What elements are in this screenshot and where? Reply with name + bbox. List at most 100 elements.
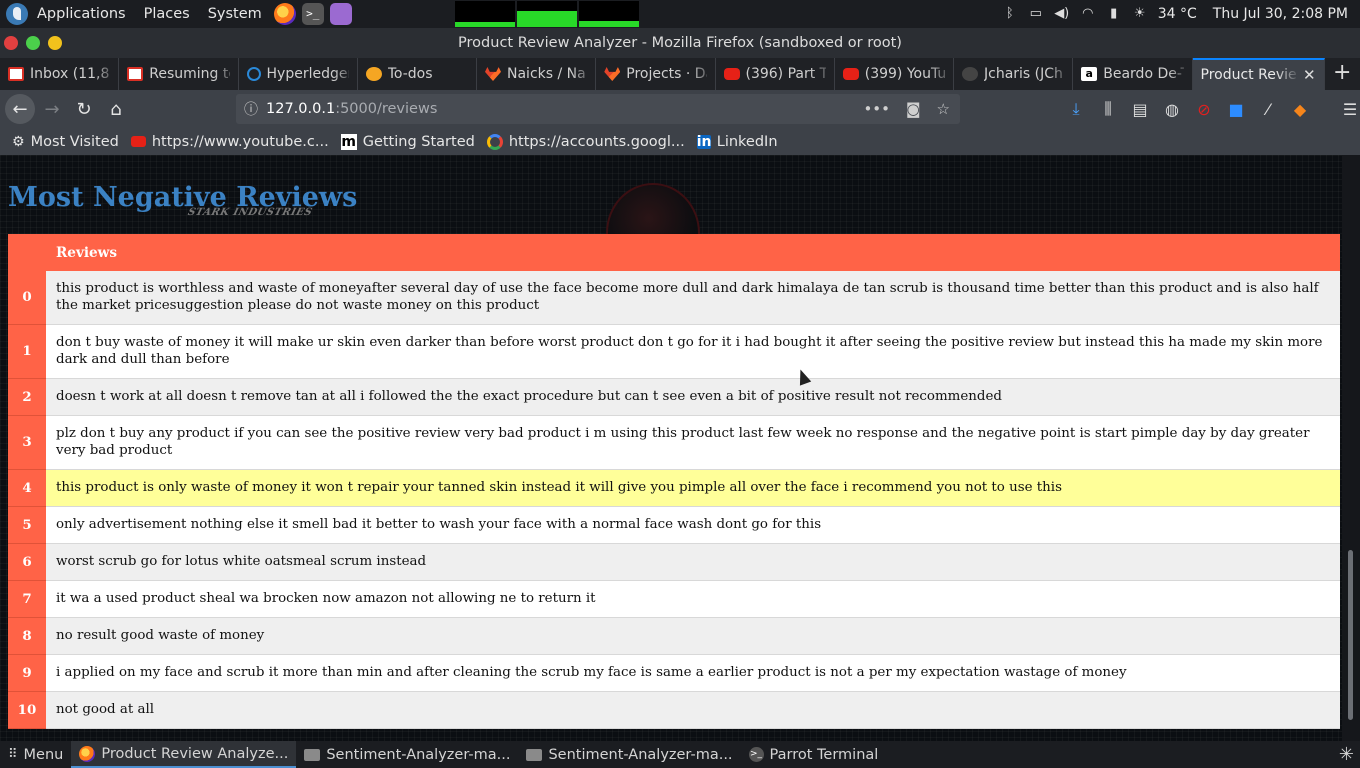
bookmark-google-accounts[interactable]: https://accounts.googl... bbox=[486, 133, 685, 150]
weather-icon[interactable]: ☀ bbox=[1132, 7, 1148, 21]
task-firefox[interactable]: Product Review Analyze... bbox=[71, 741, 297, 768]
library-icon[interactable]: ⫼ bbox=[1098, 99, 1118, 119]
amazon-icon: a bbox=[1081, 67, 1098, 81]
system-monitor-graphs[interactable] bbox=[454, 1, 639, 27]
back-button[interactable]: ← bbox=[5, 94, 35, 124]
table-row: 8 no result good waste of money bbox=[8, 617, 1340, 655]
folder-icon bbox=[304, 748, 321, 761]
terminal-icon: >_ bbox=[748, 747, 764, 762]
review-text: only advertisement nothing else it smell… bbox=[46, 506, 1340, 544]
tab-projects[interactable]: Projects · Da bbox=[596, 58, 716, 90]
blocker-icon[interactable]: ⊘ bbox=[1194, 100, 1214, 119]
bookmark-getting-started[interactable]: m Getting Started bbox=[340, 133, 475, 150]
task-terminal[interactable]: >_ Parrot Terminal bbox=[741, 741, 887, 768]
system-top-panel: Applications Places System >_ ᛒ ▭ ◀) ◠ ▮… bbox=[0, 0, 1360, 28]
bookmark-most-visited[interactable]: ⚙ Most Visited bbox=[12, 134, 119, 150]
site-info-icon[interactable]: ⓘ bbox=[236, 99, 266, 119]
table-row: 1 don t buy waste of money it will make u… bbox=[8, 324, 1340, 379]
parrot-logo-icon[interactable] bbox=[6, 3, 28, 25]
tab-inbox[interactable]: Inbox (11,8 bbox=[0, 58, 120, 90]
tab-resuming[interactable]: Resuming tc bbox=[119, 58, 239, 90]
row-index: 1 bbox=[8, 324, 46, 379]
forward-button[interactable]: → bbox=[37, 94, 67, 124]
table-row: 10 not good at all bbox=[8, 691, 1340, 729]
temperature-label[interactable]: 34 °C bbox=[1158, 6, 1197, 22]
page-actions-icon[interactable]: ••• bbox=[863, 100, 890, 118]
text-editor-launcher-icon[interactable] bbox=[329, 3, 352, 25]
zoom-extension-icon[interactable]: ■ bbox=[1226, 100, 1246, 119]
toolbar-extensions: ⤓ ⫼ ▤ ◍ ⊘ ■ ⁄ ◆ ☰ bbox=[1066, 90, 1360, 128]
scrollbar-thumb[interactable] bbox=[1348, 550, 1353, 720]
network-graph bbox=[578, 1, 639, 27]
tab-hyperledger[interactable]: Hyperledger bbox=[239, 58, 358, 90]
row-index: 7 bbox=[8, 580, 46, 618]
bottom-taskbar: ⠿ Menu Product Review Analyze... Sentimen… bbox=[0, 741, 1360, 768]
reload-button[interactable]: ↻ bbox=[69, 94, 99, 124]
metamask-icon[interactable]: ◆ bbox=[1290, 100, 1310, 119]
globe-icon[interactable]: ◍ bbox=[1162, 100, 1182, 119]
bookmark-star-icon[interactable]: ☆ bbox=[937, 100, 950, 118]
firefox-launcher-icon[interactable] bbox=[273, 3, 296, 25]
task-folder-1[interactable]: Sentiment-Analyzer-ma... bbox=[296, 741, 518, 768]
system-tray: ᛒ ▭ ◀) ◠ ▮ ☀ 34 °C Thu Jul 30, 2:08 PM bbox=[1002, 6, 1360, 22]
hamburger-menu-icon[interactable]: ☰ bbox=[1340, 100, 1360, 119]
firefox-icon bbox=[79, 745, 96, 762]
cpu-graph bbox=[454, 1, 515, 27]
url-bar[interactable]: ⓘ 127.0.0.1:5000/reviews ••• ◙ ☆ bbox=[236, 94, 960, 124]
eyedropper-icon[interactable]: ⁄ bbox=[1258, 100, 1278, 119]
tab-naicks[interactable]: Naicks / Nai bbox=[477, 58, 597, 90]
home-button[interactable]: ⌂ bbox=[101, 94, 131, 124]
gitlab-icon bbox=[485, 67, 501, 81]
clock[interactable]: Thu Jul 30, 2:08 PM bbox=[1213, 6, 1348, 22]
applications-menu[interactable]: Applications bbox=[28, 0, 135, 28]
tab-todos[interactable]: To-dos bbox=[358, 58, 477, 90]
places-menu[interactable]: Places bbox=[135, 0, 199, 28]
wifi-icon[interactable]: ◠ bbox=[1080, 7, 1096, 21]
bookmark-youtube[interactable]: https://www.youtube.c... bbox=[130, 134, 329, 150]
row-index: 2 bbox=[8, 378, 46, 416]
downloads-icon[interactable]: ⤓ bbox=[1066, 99, 1086, 119]
navigation-toolbar: ← → ↻ ⌂ ⓘ 127.0.0.1:5000/reviews ••• ◙ ☆… bbox=[0, 90, 1360, 128]
gmail-icon bbox=[127, 67, 144, 81]
terminal-launcher-icon[interactable]: >_ bbox=[301, 3, 324, 25]
tab-youtube-396[interactable]: (396) Part T bbox=[716, 58, 835, 90]
table-row: 0 this product is worthless and waste of … bbox=[8, 271, 1340, 325]
pocket-icon[interactable]: ◙ bbox=[906, 100, 921, 118]
github-icon bbox=[962, 67, 978, 81]
bluetooth-icon[interactable]: ᛒ bbox=[1002, 7, 1018, 21]
sidebar-icon[interactable]: ▤ bbox=[1130, 100, 1150, 119]
tab-strip: Inbox (11,8 Resuming tc Hyperledger To-d… bbox=[0, 58, 1360, 90]
battery-icon[interactable]: ▮ bbox=[1106, 7, 1122, 21]
display-icon[interactable]: ▭ bbox=[1028, 7, 1044, 21]
task-folder-2[interactable]: Sentiment-Analyzer-ma... bbox=[518, 741, 740, 768]
window-minimize-button[interactable] bbox=[26, 36, 40, 50]
gmail-icon bbox=[8, 67, 24, 81]
bookmark-linkedin[interactable]: in LinkedIn bbox=[696, 134, 778, 150]
page-scrollbar[interactable] bbox=[1342, 155, 1360, 741]
volume-icon[interactable]: ◀) bbox=[1054, 7, 1070, 21]
table-row: 5 only advertisement nothing else it smel… bbox=[8, 506, 1340, 544]
system-menu[interactable]: System bbox=[199, 0, 271, 28]
tab-jcharis[interactable]: Jcharis (JCh bbox=[954, 58, 1074, 90]
memory-graph bbox=[516, 1, 577, 27]
new-tab-button[interactable]: + bbox=[1325, 58, 1360, 90]
gear-icon: ⚙ bbox=[12, 133, 25, 150]
row-index: 0 bbox=[8, 271, 46, 325]
window-close-button[interactable] bbox=[4, 36, 18, 50]
menu-button[interactable]: ⠿ Menu bbox=[0, 741, 71, 768]
youtube-icon bbox=[723, 68, 740, 80]
close-tab-icon[interactable]: ✕ bbox=[1303, 66, 1316, 84]
window-maximize-button[interactable] bbox=[48, 36, 62, 50]
bookmarks-toolbar: ⚙ Most Visited https://www.youtube.c... m… bbox=[0, 128, 1360, 155]
review-text: doesn t work at all doesn t remove tan a… bbox=[46, 378, 1340, 416]
review-text: this product is only waste of money it w… bbox=[46, 469, 1340, 507]
tab-product-review[interactable]: Product Revie ✕ bbox=[1192, 58, 1325, 90]
index-column-header bbox=[8, 234, 46, 271]
google-icon bbox=[486, 133, 503, 150]
workspace-icon[interactable]: ✳ bbox=[1339, 744, 1360, 765]
window-titlebar[interactable]: Product Review Analyzer - Mozilla Firefo… bbox=[0, 28, 1360, 58]
url-host: 127.0.0.1 bbox=[266, 101, 336, 117]
tab-youtube-399[interactable]: (399) YouTu bbox=[835, 58, 954, 90]
table-row: 2 doesn t work at all doesn t remove tan … bbox=[8, 378, 1340, 416]
tab-beardo[interactable]: a Beardo De-T bbox=[1073, 58, 1193, 90]
